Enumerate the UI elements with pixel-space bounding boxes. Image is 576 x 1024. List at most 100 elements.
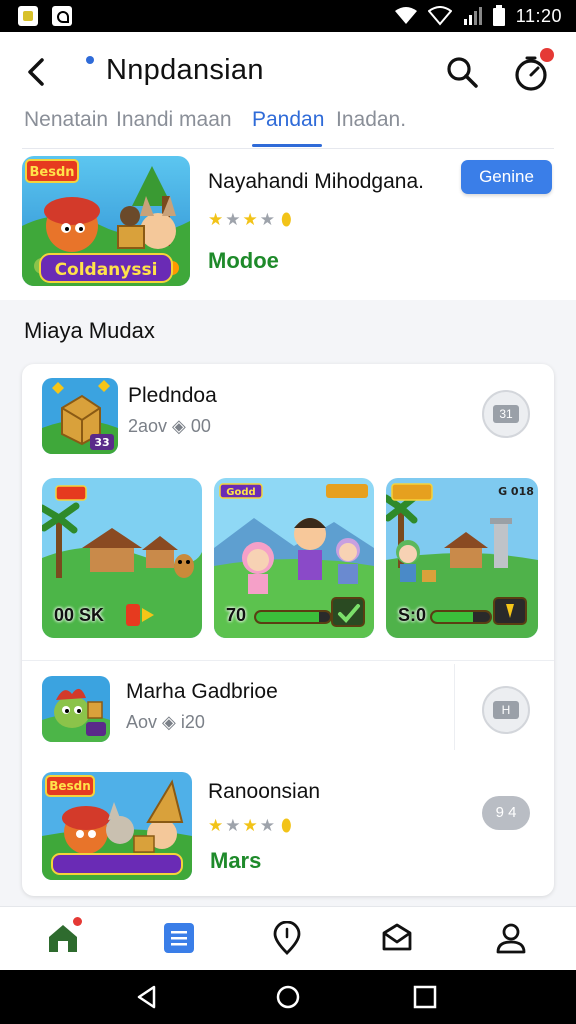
search-icon	[447, 57, 478, 88]
status-bar: 11:20	[0, 0, 576, 32]
app-name: Pledndoa	[128, 384, 217, 407]
star-empty-icon: ★	[225, 210, 241, 229]
tab-inadan[interactable]: Inadan.	[336, 108, 406, 132]
featured-status: Modoe	[208, 248, 279, 273]
star-filled-icon: ★	[242, 816, 258, 835]
shield-icon: ⬮	[281, 816, 292, 835]
wifi-icon	[394, 7, 417, 24]
game-art-image: Coldanyssi Besdn	[22, 156, 190, 286]
battery-icon	[492, 5, 505, 26]
divider	[454, 664, 455, 750]
star-empty-icon: ★	[225, 816, 241, 835]
location-pin-icon	[273, 920, 301, 955]
game-corner-text: Besdn	[49, 779, 91, 793]
system-home-button[interactable]	[275, 984, 301, 1010]
home-icon	[49, 925, 77, 952]
progress-bar	[254, 610, 332, 624]
screenshot-1[interactable]: 00 SK	[42, 478, 202, 638]
star-rating: ★ ★ ★ ★ ⬮	[208, 210, 292, 230]
star-filled-icon: ★	[208, 816, 224, 835]
app-meta: Aov ◈ i20	[126, 712, 205, 732]
app-art-ranoonsian[interactable]: Besdn	[42, 772, 192, 880]
screenshot-badge: Godd	[226, 487, 255, 498]
square-icon: 31	[493, 405, 519, 423]
progress-fill	[256, 612, 319, 622]
row-action-button[interactable]: H	[482, 686, 530, 734]
app-icon-marha[interactable]	[42, 676, 110, 742]
screenshot-badge: G 018	[498, 485, 534, 498]
app-name: Marha Gadbrioe	[126, 680, 278, 703]
nav-profile[interactable]	[494, 921, 528, 955]
nav-location[interactable]	[270, 920, 304, 955]
app-status: Mars	[210, 848, 262, 873]
tab-bar: Nenatain Inandi maan Pandan Inadan.	[0, 104, 576, 150]
featured-action-button[interactable]: Genine	[461, 160, 552, 194]
mail-icon	[382, 923, 412, 951]
featured-item[interactable]: Coldanyssi Besdn Nayahandi Mihodgana. ★ …	[0, 150, 576, 300]
game-corner-text: Besdn	[29, 165, 74, 180]
featured-name: Nayahandi Mihodgana.	[208, 170, 424, 193]
chat-notification-icon	[52, 6, 72, 26]
timer-button[interactable]	[512, 48, 554, 92]
wifi-outline-icon	[427, 6, 452, 26]
page-title: Nnpdansian	[106, 54, 264, 86]
screenshot-label: 00 SK	[54, 605, 105, 625]
nav-list[interactable]	[162, 921, 196, 955]
tab-pandan[interactable]: Pandan	[252, 108, 324, 132]
count-pill[interactable]: 9 4	[482, 796, 530, 830]
divider	[22, 148, 554, 149]
notification-badge	[73, 917, 82, 926]
screenshot-3[interactable]: G 018 S:0	[386, 478, 538, 638]
shield-icon: ⬮	[281, 210, 292, 229]
back-arrow-icon	[28, 58, 44, 86]
game-logo-text: Coldanyssi	[55, 260, 158, 280]
status-indicators: 11:20	[394, 5, 562, 27]
star-filled-icon: ★	[208, 210, 224, 229]
divider	[22, 660, 554, 661]
progress-fill	[432, 612, 473, 622]
screenshot-2[interactable]: Godd 70	[214, 478, 374, 638]
system-navigation-bar	[0, 970, 576, 1024]
system-home-icon	[276, 985, 300, 1009]
content-card: 33 Pledndoa 2aov ◈ 00 31 00 SK Godd 70 G…	[22, 364, 554, 896]
app-icon-image	[42, 676, 110, 742]
system-recents-button[interactable]	[412, 984, 438, 1010]
tab-nenatain[interactable]: Nenatain	[24, 108, 108, 132]
app-icon-pledndoa[interactable]: 33	[42, 378, 118, 454]
back-button[interactable]	[22, 52, 56, 92]
square-icon: H	[493, 701, 519, 719]
profile-icon	[496, 923, 526, 954]
row-action-button[interactable]: 31	[482, 390, 530, 438]
system-recents-icon	[413, 985, 437, 1009]
screenshot-label: 70	[226, 605, 247, 625]
status-dot	[86, 56, 94, 64]
app-header: Nnpdansian Nenatain Inandi maan Pandan I…	[0, 32, 576, 150]
star-empty-icon: ★	[259, 816, 275, 835]
section-title: Miaya Mudax	[24, 318, 155, 343]
notification-badge	[540, 48, 554, 62]
active-tab-indicator	[252, 144, 322, 147]
nav-home[interactable]	[46, 917, 82, 955]
list-icon	[164, 923, 194, 953]
screenshot-label: S:0	[398, 605, 427, 625]
star-rating: ★ ★ ★ ★ ⬮	[208, 816, 292, 836]
app-meta: 2aov ◈ 00	[128, 416, 211, 436]
app-icon-badge: 33	[94, 436, 109, 449]
nav-inbox[interactable]	[380, 921, 414, 955]
app-name: Ranoonsian	[208, 780, 321, 803]
game-art-image: Besdn	[42, 772, 192, 880]
app-icon-image: 33	[42, 378, 118, 454]
featured-game-art[interactable]: Coldanyssi Besdn	[22, 156, 190, 286]
clock: 11:20	[515, 5, 562, 26]
search-button[interactable]	[444, 54, 480, 90]
app-notification-icon	[18, 6, 38, 26]
system-back-button[interactable]	[134, 984, 160, 1010]
bottom-navigation	[0, 906, 576, 970]
system-back-icon	[137, 985, 156, 1009]
signal-icon	[463, 7, 482, 25]
star-empty-icon: ★	[259, 210, 275, 229]
notification-icons	[18, 6, 72, 26]
tab-inandi-maan[interactable]: Inandi maan	[116, 108, 232, 132]
progress-bar	[430, 610, 492, 624]
star-filled-icon: ★	[242, 210, 258, 229]
